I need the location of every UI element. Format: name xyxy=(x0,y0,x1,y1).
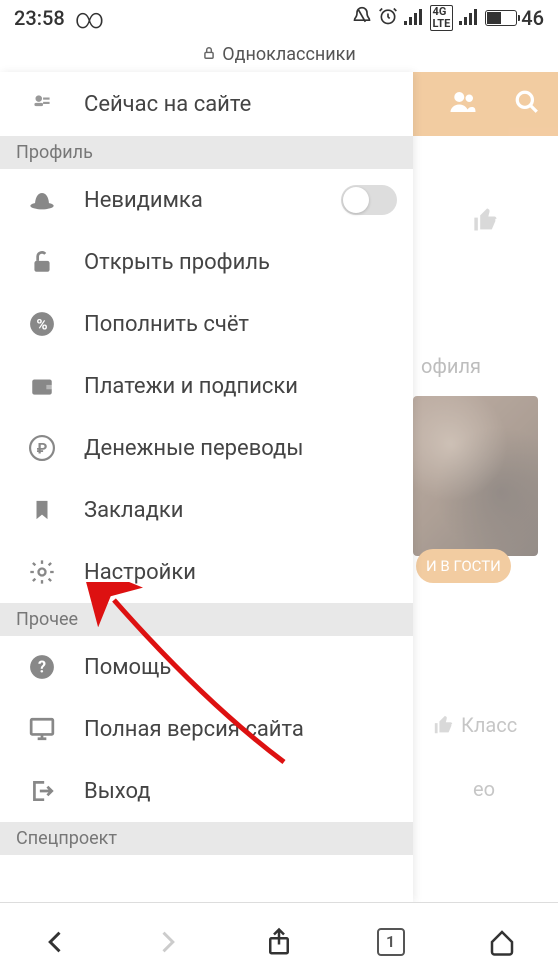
menu-item-label: Денежные переводы xyxy=(84,436,413,461)
battery-indicator: 46 xyxy=(485,6,544,30)
section-header-other: Прочее xyxy=(0,603,413,636)
section-header-special: Спецпроект xyxy=(0,822,413,855)
menu-item-open-profile[interactable]: Открыть профиль xyxy=(0,231,413,293)
menu-item-topup[interactable]: % Пополнить счёт xyxy=(0,293,413,355)
back-button[interactable] xyxy=(34,920,78,964)
signal-icon xyxy=(404,6,424,30)
topup-icon: % xyxy=(26,308,58,340)
battery-percent: 46 xyxy=(521,6,544,30)
tab-count: 1 xyxy=(386,932,395,951)
unlock-icon xyxy=(26,246,58,278)
menu-item-label: Выход xyxy=(84,779,413,804)
menu-item-help[interactable]: ? Помощь xyxy=(0,636,413,698)
monitor-icon xyxy=(26,713,58,745)
help-icon: ? xyxy=(26,651,58,683)
page-title: Одноклассники xyxy=(222,44,356,65)
status-time: 23:58 xyxy=(14,6,65,30)
menu-item-bookmarks[interactable]: Закладки xyxy=(0,479,413,541)
gear-icon xyxy=(26,556,58,588)
alarm-icon xyxy=(378,6,398,31)
network-type-icon: 4GLTE xyxy=(430,5,454,31)
like-icon[interactable] xyxy=(413,206,558,234)
bookmark-icon xyxy=(26,494,58,526)
class-button[interactable]: Класс xyxy=(413,713,558,737)
forward-button[interactable] xyxy=(145,920,189,964)
visit-button[interactable]: И В ГОСТИ xyxy=(416,549,511,583)
search-icon[interactable] xyxy=(514,89,540,119)
section-header-profile: Профиль xyxy=(0,136,413,169)
menu-item-transfers[interactable]: ₽ Денежные переводы xyxy=(0,417,413,479)
menu-item-label: Платежи и подписки xyxy=(84,374,413,399)
menu-item-label: Помощь xyxy=(84,655,413,680)
menu-item-label: Пополнить счёт xyxy=(84,312,413,337)
menu-item-exit[interactable]: Выход xyxy=(0,760,413,822)
bg-fragment: ео xyxy=(413,777,558,801)
bg-profile-text: офиля xyxy=(413,354,558,378)
menu-item-online-now[interactable]: Сейчас на сайте xyxy=(0,72,413,136)
menu-item-settings[interactable]: Настройки xyxy=(0,541,413,603)
menu-item-label: Закладки xyxy=(84,498,413,523)
menu-item-label: Открыть профиль xyxy=(84,250,413,275)
browser-bottom-bar: 1 xyxy=(0,902,558,980)
online-now-icon xyxy=(26,88,58,120)
status-bar: 23:58 ∞ 4GLTE 46 xyxy=(0,0,558,36)
home-button[interactable] xyxy=(480,920,524,964)
lock-icon xyxy=(202,44,216,65)
ruble-icon: ₽ xyxy=(26,432,58,464)
background-content: офиля И В ГОСТИ Класс ео xyxy=(413,72,558,902)
menu-item-label: Настройки xyxy=(84,560,413,585)
infinity-icon: ∞ xyxy=(75,2,105,35)
signal-icon-2 xyxy=(459,6,479,30)
menu-item-label: Сейчас на сайте xyxy=(84,92,413,117)
hat-icon xyxy=(26,184,58,216)
svg-text:?: ? xyxy=(38,657,46,676)
svg-text:₽: ₽ xyxy=(37,439,48,457)
friends-icon[interactable] xyxy=(448,87,478,121)
browser-title-bar: Одноклассники xyxy=(0,36,558,72)
exit-icon xyxy=(26,775,58,807)
menu-item-payments[interactable]: Платежи и подписки xyxy=(0,355,413,417)
menu-item-label: Невидимка xyxy=(84,188,315,213)
wallet-icon xyxy=(26,370,58,402)
svg-text:%: % xyxy=(36,315,47,333)
menu-item-invisible[interactable]: Невидимка xyxy=(0,169,413,231)
vibrate-icon xyxy=(352,6,372,31)
share-button[interactable] xyxy=(257,920,301,964)
invisible-toggle[interactable] xyxy=(341,185,397,215)
tabs-button[interactable]: 1 xyxy=(369,920,413,964)
navigation-drawer: Сейчас на сайте Профиль Невидимка Открыт… xyxy=(0,72,413,902)
menu-item-full-site[interactable]: Полная версия сайта xyxy=(0,698,413,760)
menu-item-label: Полная версия сайта xyxy=(84,717,413,742)
bg-photo[interactable] xyxy=(413,396,538,556)
